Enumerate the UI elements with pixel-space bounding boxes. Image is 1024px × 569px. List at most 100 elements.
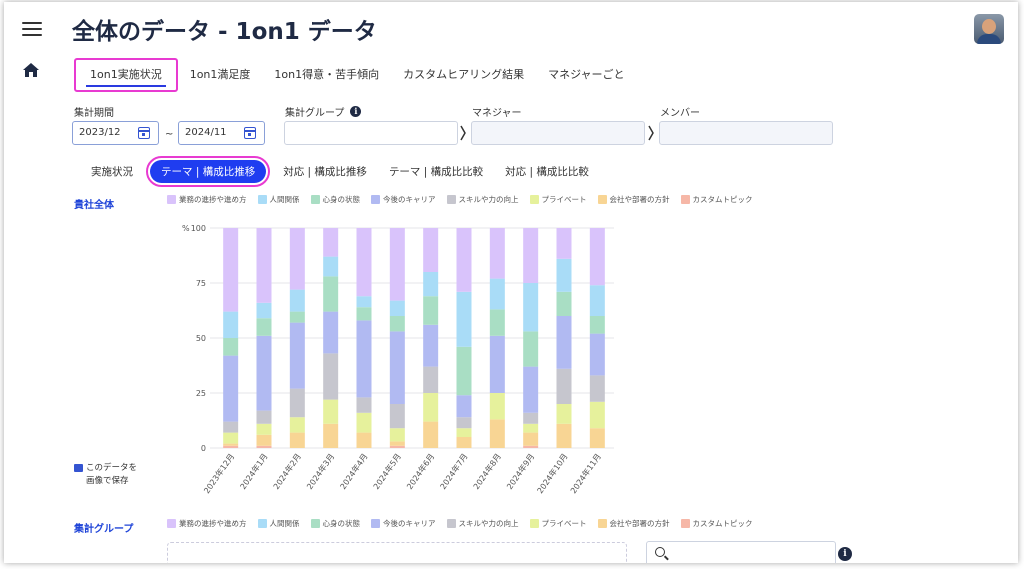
save-line2: 画像で保存 xyxy=(86,476,129,486)
bar-segment xyxy=(356,432,372,448)
subtab-response-trend[interactable]: 対応 | 構成比推移 xyxy=(272,160,378,183)
bar-segment xyxy=(389,228,405,301)
bar-segment xyxy=(589,333,605,376)
info-icon[interactable]: i xyxy=(350,106,362,117)
group-label-wrap: 集計グループ i xyxy=(285,104,362,119)
subtab-theme-compare[interactable]: テーマ | 構成比比較 xyxy=(378,160,494,183)
legend-label: 人間関係 xyxy=(269,519,300,528)
x-tick-label: 2024年9月 xyxy=(504,451,536,491)
tab-custom-hearing[interactable]: カスタムヒアリング結果 xyxy=(391,58,536,92)
legend-item[interactable]: 人間関係 xyxy=(257,194,300,205)
menu-icon[interactable] xyxy=(22,22,42,38)
legend-item[interactable]: 今後のキャリア xyxy=(371,194,436,205)
legend-swatch xyxy=(310,195,320,204)
bar-segment xyxy=(256,445,272,448)
legend-label: カスタムトピック xyxy=(692,519,753,528)
x-tick-label: 2024年4月 xyxy=(338,451,370,491)
chart-legend: 業務の進捗や進め方 人間関係 心身の状態 今後のキャリア スキルや力の向上 プライベート 会… xyxy=(167,194,753,205)
bar-segment xyxy=(556,368,572,404)
bar-segment xyxy=(589,401,605,429)
bar-segment xyxy=(556,404,572,424)
x-tick-label: 2024年8月 xyxy=(471,451,503,491)
bar-segment xyxy=(423,366,439,393)
bar-segment xyxy=(456,417,472,429)
home-icon[interactable] xyxy=(22,62,40,78)
legend-label: 会社や部署の方針 xyxy=(609,519,670,528)
bar-segment xyxy=(556,258,572,292)
group-legend-item[interactable]: 会社や部署の方針 xyxy=(597,518,670,529)
group-legend-item[interactable]: プライベート xyxy=(529,518,587,529)
legend-swatch xyxy=(257,195,267,204)
bar-segment xyxy=(223,338,239,356)
bar-segment xyxy=(323,256,339,277)
y-tick-label: 0 xyxy=(201,444,206,453)
legend-item[interactable]: 会社や部署の方針 xyxy=(597,194,670,205)
member-select[interactable] xyxy=(659,121,833,145)
stacked-bar-chart: 0 25 50 75 100% 2023年12月 2024年1月 2024年2月 2024年3月… xyxy=(182,224,614,495)
bar-segment xyxy=(223,443,239,446)
bar-segment xyxy=(356,228,372,297)
subtab-response-compare[interactable]: 対応 | 構成比比較 xyxy=(494,160,600,183)
x-tick-label: 2023年12月 xyxy=(201,451,236,495)
bar-segment xyxy=(256,434,272,446)
tab-1on1-strengths[interactable]: 1on1得意・苦手傾向 xyxy=(262,58,391,92)
start-date-field[interactable]: 2023/12 xyxy=(72,121,159,145)
x-tick-label: 2024年6月 xyxy=(404,451,436,491)
bar-segment xyxy=(289,289,305,312)
tab-1on1-status[interactable]: 1on1実施状況 xyxy=(74,58,178,92)
legend-item[interactable]: 業務の進捗や進め方 xyxy=(167,194,247,205)
manager-label: マネジャー xyxy=(472,108,522,119)
x-tick-label: 2024年5月 xyxy=(371,451,403,491)
bar-segment xyxy=(289,322,305,389)
tab-1on1-satisfaction[interactable]: 1on1満足度 xyxy=(178,58,263,92)
bar-segment xyxy=(556,291,572,316)
calendar-icon[interactable] xyxy=(138,127,150,139)
group-legend-item[interactable]: 心身の状態 xyxy=(310,518,360,529)
bar-segment xyxy=(523,445,539,448)
section-company-title: 貴社全体 xyxy=(74,200,114,211)
group-legend-item[interactable]: 人間関係 xyxy=(257,518,300,529)
legend-item[interactable]: スキルや力の向上 xyxy=(446,194,519,205)
bar-segment xyxy=(423,324,439,367)
group-legend-item[interactable]: スキルや力の向上 xyxy=(446,518,519,529)
group-legend-item[interactable]: カスタムトピック xyxy=(680,518,753,529)
calendar-icon[interactable] xyxy=(244,127,256,139)
bar-segment xyxy=(423,296,439,325)
group-select[interactable] xyxy=(284,121,458,145)
group-legend-item[interactable]: 業務の進捗や進め方 xyxy=(167,518,247,529)
subtab-theme-trend[interactable]: テーマ | 構成比推移 xyxy=(145,156,271,187)
x-tick-label: 2024年7月 xyxy=(438,451,470,491)
bar-segment xyxy=(256,423,272,435)
avatar[interactable] xyxy=(974,14,1004,44)
bar-segment xyxy=(389,428,405,442)
end-date-field[interactable]: 2024/11 xyxy=(178,121,265,145)
legend-swatch xyxy=(597,195,607,204)
bar-segment xyxy=(289,432,305,448)
bar-segment xyxy=(489,278,505,310)
bar-segment xyxy=(423,421,439,448)
legend-item[interactable]: 心身の状態 xyxy=(310,194,360,205)
bar-segment xyxy=(523,331,539,367)
manager-select[interactable] xyxy=(471,121,645,145)
bar-segment xyxy=(223,445,239,448)
bar-segment xyxy=(456,228,472,292)
group-drop-area[interactable] xyxy=(167,542,627,563)
legend-item[interactable]: カスタムトピック xyxy=(680,194,753,205)
subtab-status[interactable]: 実施状況 xyxy=(80,160,144,183)
bar-segment xyxy=(389,445,405,448)
tab-by-manager[interactable]: マネジャーごと xyxy=(536,58,636,92)
bar-segment xyxy=(523,366,539,413)
info-icon[interactable]: i xyxy=(838,547,852,561)
range-tilde: ~ xyxy=(165,129,174,140)
legend-swatch xyxy=(371,195,380,204)
search-input[interactable] xyxy=(646,541,836,563)
bar-segment xyxy=(323,399,339,424)
save-image-button[interactable]: このデータを 画像で保存 xyxy=(74,462,137,488)
group-legend-item[interactable]: 今後のキャリア xyxy=(371,518,436,529)
legend-label: プライベート xyxy=(541,195,587,204)
legend-item[interactable]: プライベート xyxy=(529,194,587,205)
legend-label: 人間関係 xyxy=(269,195,300,204)
legend-label: 業務の進捗や進め方 xyxy=(179,519,247,528)
x-tick-label: 2024年11月 xyxy=(568,451,603,495)
main-tabs: 1on1実施状況 1on1満足度 1on1得意・苦手傾向 カスタムヒアリング結果… xyxy=(74,58,637,92)
